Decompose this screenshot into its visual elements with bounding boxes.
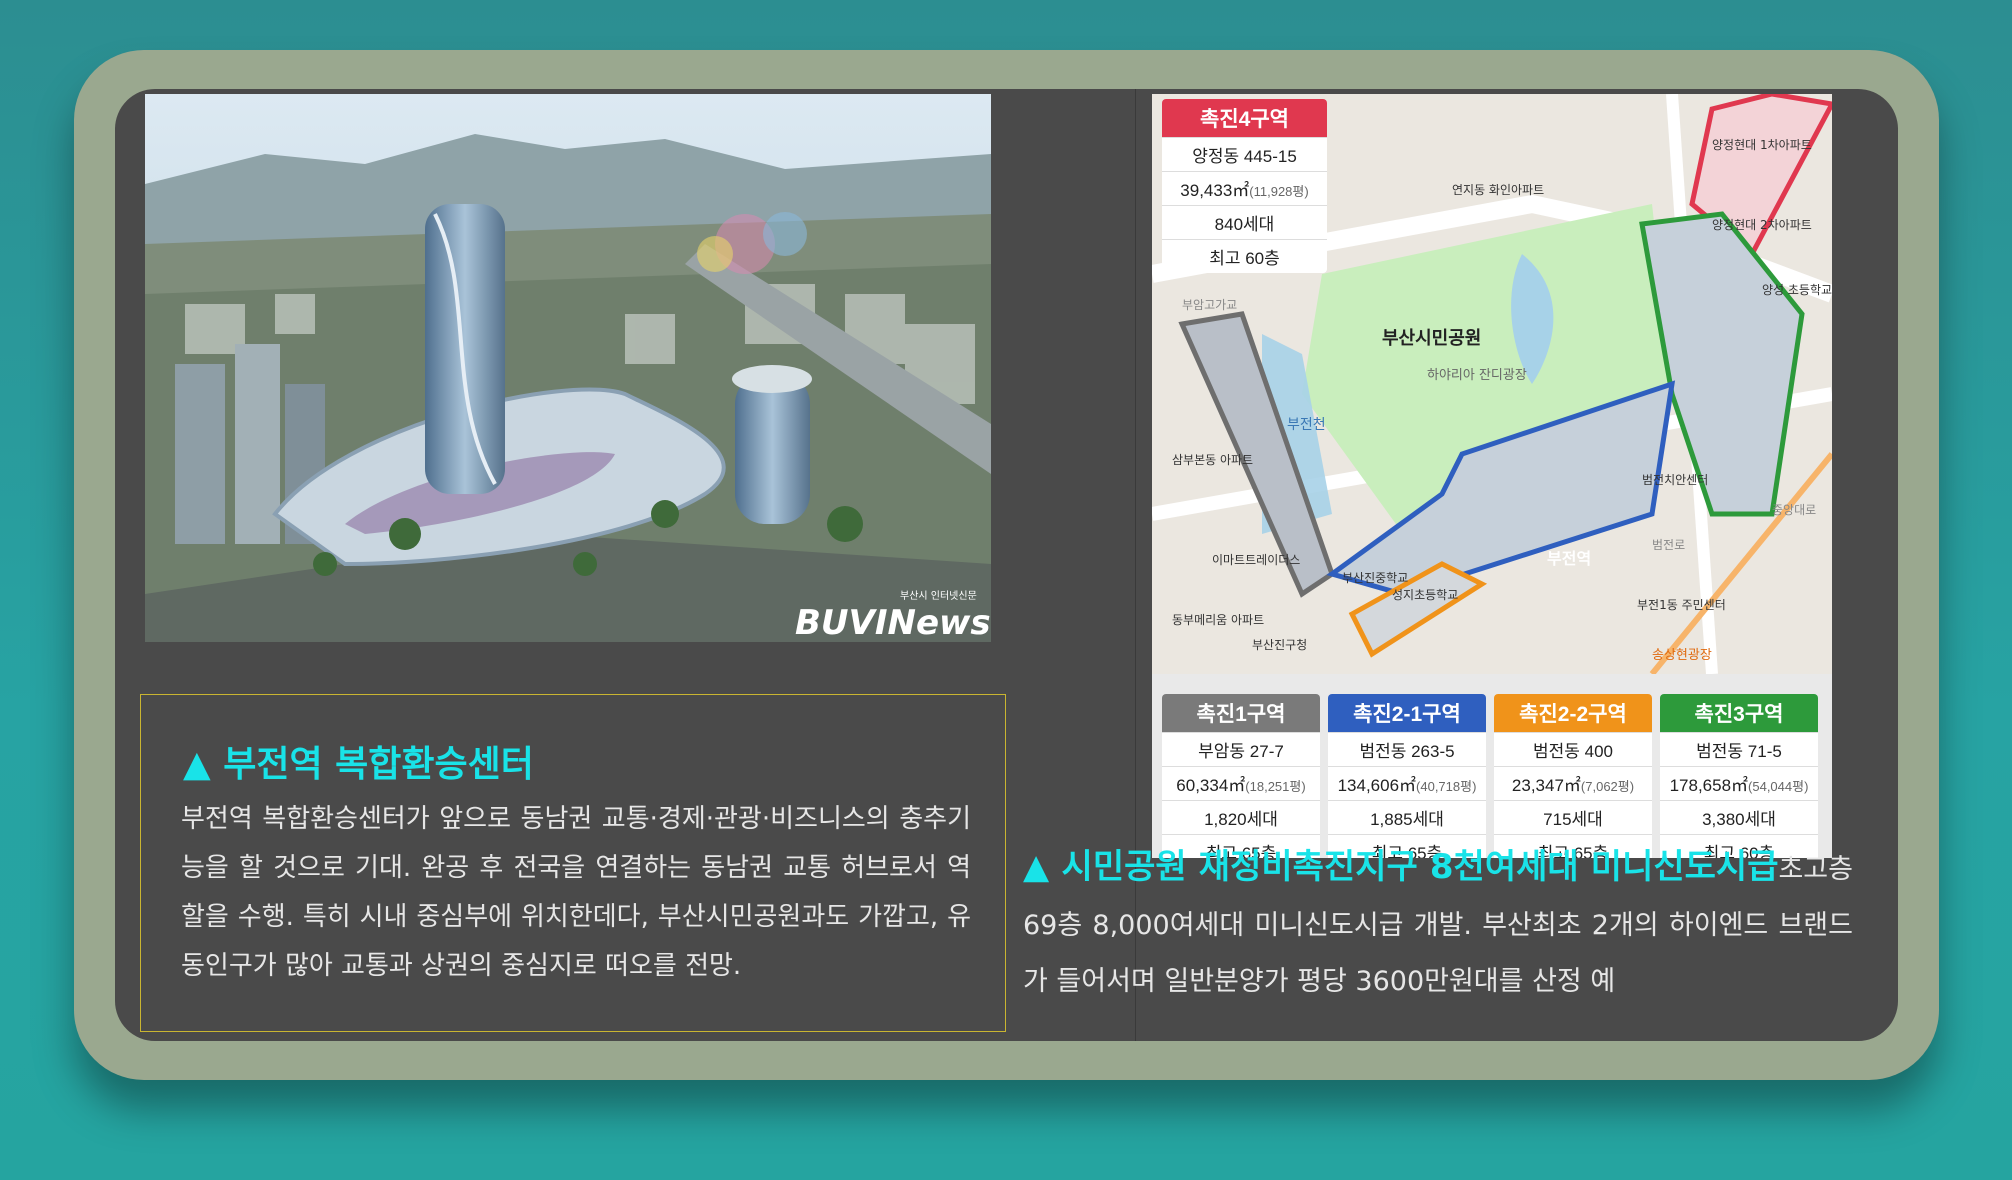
legend-zone-2-1-area-value: 134,606㎡ [1337, 776, 1417, 795]
legend-zone-3-addr: 범전동 71-5 [1660, 732, 1818, 766]
map-label-plaza: 하야리아 잔디광장 [1427, 368, 1527, 383]
legend-zone-4-name: 촉진4구역 [1162, 99, 1327, 137]
map-label-center1: 부전1동 주민센터 [1637, 598, 1726, 612]
map-label-apt1: 연지동 화인아파트 [1452, 183, 1544, 197]
legend-zone-2-1-name: 촉진2-1구역 [1328, 694, 1486, 732]
legend-zone-4-area-value: 39,433㎡ [1180, 181, 1250, 200]
map-label-station: 부전역 [1547, 549, 1591, 568]
map-label-office: 부산진구청 [1252, 638, 1307, 652]
legend-zone-2-2-units: 715세대 [1494, 800, 1652, 834]
legend-zone-4-addr: 양정동 445-15 [1162, 137, 1327, 171]
map-label-square: 송상현광장 [1652, 648, 1712, 663]
legend-zone-3-pyeong: (54,044평) [1748, 779, 1809, 794]
legend-zone-1-addr: 부암동 27-7 [1162, 732, 1320, 766]
legend-zone-2-2-area: 23,347㎡(7,062평) [1494, 766, 1652, 800]
legend-zone-1: 촉진1구역 부암동 27-7 60,334㎡(18,251평) 1,820세대 … [1162, 694, 1320, 858]
legend-zone-4-units: 840세대 [1162, 205, 1327, 239]
map-label-school3: 성지초등학교 [1392, 588, 1458, 602]
legend-zone-3-units: 3,380세대 [1660, 800, 1818, 834]
legend-zone-3-area: 178,658㎡(54,044평) [1660, 766, 1818, 800]
legend-zone-2-2: 촉진2-2구역 범전동 400 23,347㎡(7,062평) 715세대 최고… [1494, 694, 1652, 858]
legend-zone-3: 촉진3구역 범전동 71-5 178,658㎡(54,044평) 3,380세대… [1660, 694, 1818, 858]
station-caption-box: ▲ 부전역 복합환승센터 부전역 복합환승센터가 앞으로 동남권 교통·경제·관… [140, 694, 1006, 1032]
map-label-school2: 부산진중학교 [1342, 571, 1408, 585]
map-label-emart: 이마트트레이더스 [1212, 553, 1300, 567]
map-label-road2: 중앙대로 [1772, 503, 1816, 517]
station-rendering-illustration: BUVINews 부산시 인터넷신문 [145, 94, 991, 642]
legend-zone-2-2-name: 촉진2-2구역 [1494, 694, 1652, 732]
article-screen: BUVINews 부산시 인터넷신문 ▲ 부전역 복합환승센터 부전역 복합환승… [115, 89, 1898, 1041]
map-label-park: 부산시민공원 [1382, 328, 1481, 349]
redevelopment-section: ▲ 시민공원 재정비촉진지구 8천여세대 미니신도시급초고층 69층 8,000… [1023, 839, 1853, 1001]
legend-zone-4-area: 39,433㎡(11,928평) [1162, 171, 1327, 205]
legend-zone-4-pyeong: (11,928평) [1249, 184, 1309, 199]
station-caption-body: 부전역 복합환승센터가 앞으로 동남권 교통·경제·관광·비즈니스의 충추기능을… [181, 804, 971, 981]
legend-zone-1-units: 1,820세대 [1162, 800, 1320, 834]
legend-zone-2-1-units: 1,885세대 [1328, 800, 1486, 834]
map-label-road3: 부암고가교 [1182, 298, 1237, 312]
legend-zone-2-1-area: 134,606㎡(40,718평) [1328, 766, 1486, 800]
map-label-school1: 양성 초등학교 [1762, 283, 1832, 297]
legend-zone-3-name: 촉진3구역 [1660, 694, 1818, 732]
map-label-apt4: 삼부본동 아파트 [1172, 453, 1253, 467]
legend-zone-2-2-area-value: 23,347㎡ [1511, 776, 1581, 795]
legend-zone-4: 촉진4구역 양정동 445-15 39,433㎡(11,928평) 840세대 … [1162, 99, 1327, 273]
legend-zone-2-1-addr: 범전동 263-5 [1328, 732, 1486, 766]
station-caption-title: ▲ 부전역 복합환승센터 [183, 744, 534, 785]
watermark-subtitle: 부산시 인터넷신문 [900, 590, 977, 602]
legend-zone-2-1: 촉진2-1구역 범전동 263-5 134,606㎡(40,718평) 1,88… [1328, 694, 1486, 858]
map-label-stream: 부전천 [1287, 417, 1326, 433]
redevelopment-map: 부산시민공원 하야리아 잔디광장 부전천 부전역 연지동 화인아파트 양정현대 … [1152, 94, 1832, 858]
map-label-apt5: 동부메리움 아파트 [1172, 613, 1264, 627]
redevelopment-section-title: ▲ 시민공원 재정비촉진지구 8천여세대 미니신도시급 [1023, 847, 1779, 887]
map-label-road1: 범전로 [1652, 538, 1685, 552]
legend-zone-1-name: 촉진1구역 [1162, 694, 1320, 732]
station-rendering-image: BUVINews 부산시 인터넷신문 [145, 94, 991, 642]
legend-zone-2-2-addr: 범전동 400 [1494, 732, 1652, 766]
device-frame: BUVINews 부산시 인터넷신문 ▲ 부전역 복합환승센터 부전역 복합환승… [74, 50, 1939, 1080]
legend-zone-1-pyeong: (18,251평) [1245, 779, 1306, 794]
legend-zone-4-floors: 최고 60층 [1162, 239, 1327, 273]
legend-zone-2-2-pyeong: (7,062평) [1580, 779, 1635, 794]
watermark-brand: BUVINews [795, 603, 991, 642]
legend-zone-3-area-value: 178,658㎡ [1669, 776, 1749, 795]
map-label-apt2: 양정현대 1차아파트 [1712, 138, 1812, 152]
legend-zone-2-1-pyeong: (40,718평) [1416, 779, 1477, 794]
map-label-apt3: 양정현대 2차아파트 [1712, 218, 1812, 232]
legend-zone-1-area: 60,334㎡(18,251평) [1162, 766, 1320, 800]
map-label-center2: 범전치안센터 [1642, 473, 1708, 487]
legend-zone-1-area-value: 60,334㎡ [1176, 776, 1246, 795]
